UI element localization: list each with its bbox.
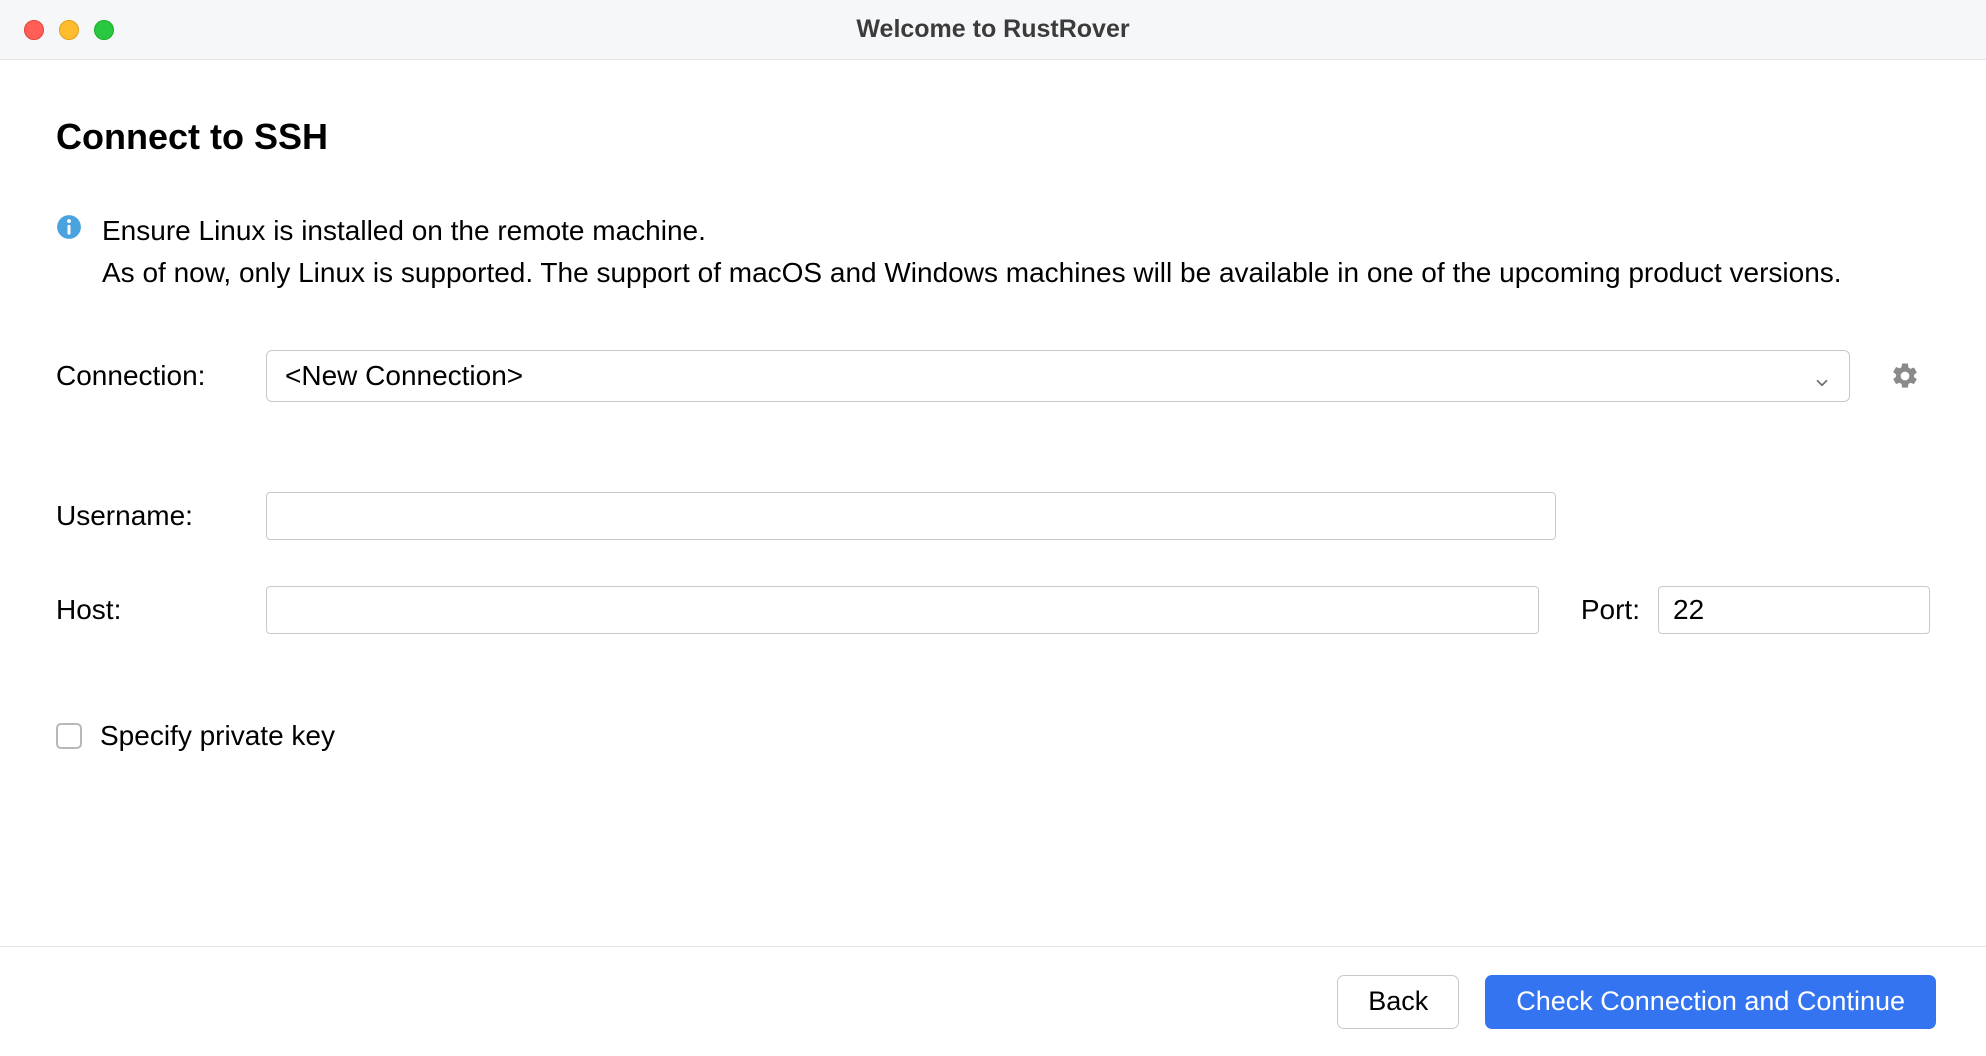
connection-selected-value: <New Connection> <box>285 360 523 392</box>
window-controls <box>0 20 114 40</box>
window-title: Welcome to RustRover <box>856 15 1129 44</box>
check-connection-button[interactable]: Check Connection and Continue <box>1485 975 1936 1029</box>
check-connection-button-label: Check Connection and Continue <box>1516 986 1905 1017</box>
info-banner: Ensure Linux is installed on the remote … <box>56 210 1930 294</box>
connection-label: Connection: <box>56 360 266 392</box>
maximize-window-button[interactable] <box>94 20 114 40</box>
username-input[interactable] <box>266 492 1556 540</box>
back-button[interactable]: Back <box>1337 975 1459 1029</box>
content-area: Connect to SSH Ensure Linux is installed… <box>0 60 1986 946</box>
username-label: Username: <box>56 500 266 532</box>
chevron-down-icon <box>1813 367 1831 385</box>
minimize-window-button[interactable] <box>59 20 79 40</box>
connection-row: Connection: <New Connection> <box>56 350 1930 402</box>
info-line-2: As of now, only Linux is supported. The … <box>102 252 1842 294</box>
host-label: Host: <box>56 594 266 626</box>
connection-settings-button[interactable] <box>1890 361 1920 391</box>
footer: Back Check Connection and Continue <box>0 946 1986 1056</box>
close-window-button[interactable] <box>24 20 44 40</box>
private-key-row: Specify private key <box>56 720 1930 752</box>
welcome-window: Welcome to RustRover Connect to SSH Ensu… <box>0 0 1986 1056</box>
specify-private-key-checkbox[interactable] <box>56 723 82 749</box>
info-text: Ensure Linux is installed on the remote … <box>102 210 1842 294</box>
specify-private-key-label: Specify private key <box>100 720 335 752</box>
back-button-label: Back <box>1368 986 1428 1017</box>
page-heading: Connect to SSH <box>56 116 1930 158</box>
info-icon <box>56 214 82 240</box>
connection-dropdown[interactable]: <New Connection> <box>266 350 1850 402</box>
host-input[interactable] <box>266 586 1539 634</box>
titlebar: Welcome to RustRover <box>0 0 1986 60</box>
info-line-1: Ensure Linux is installed on the remote … <box>102 210 1842 252</box>
port-label: Port: <box>1581 594 1640 626</box>
host-row: Host: Port: <box>56 586 1930 634</box>
username-row: Username: <box>56 492 1930 540</box>
gear-icon <box>1890 361 1920 391</box>
port-input[interactable] <box>1658 586 1930 634</box>
